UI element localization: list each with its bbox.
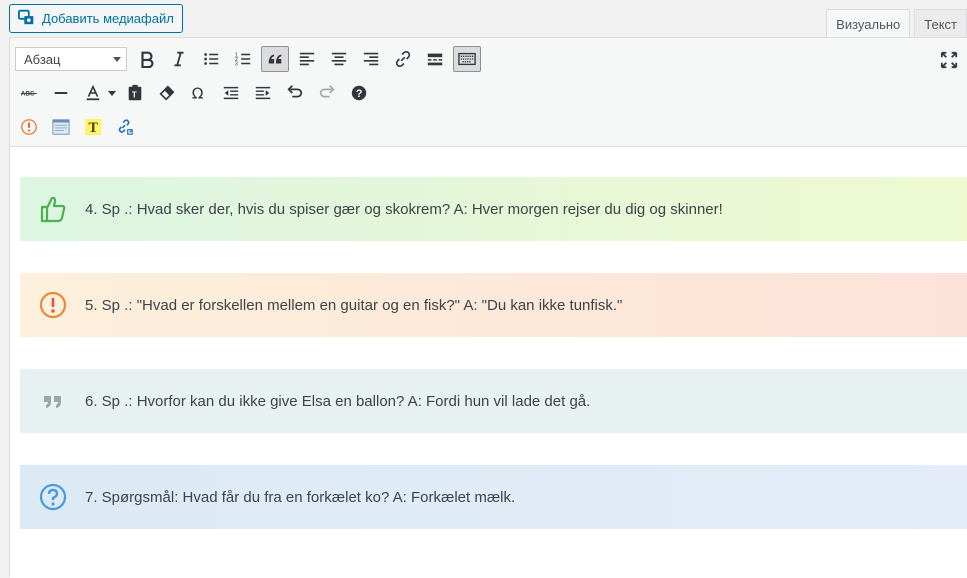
horizontal-line-icon xyxy=(54,92,68,94)
svg-text:?: ? xyxy=(356,88,363,100)
editor-toolbar: Абзац 123 ABC T Ω ? T xyxy=(10,38,967,147)
tab-visual[interactable]: Визуально xyxy=(826,9,911,38)
template-plugin-button[interactable] xyxy=(47,114,75,140)
message-text: 4. Sp .: Hvad sker der, hvis du spiser g… xyxy=(85,200,723,218)
exclamation-circle-icon xyxy=(39,291,66,319)
bullet-list-icon xyxy=(204,53,219,65)
help-button[interactable]: ? xyxy=(345,80,373,106)
editor-content[interactable]: 4. Sp .: Hvad sker der, hvis du spiser g… xyxy=(10,148,967,578)
alert-plugin-button[interactable] xyxy=(15,114,43,140)
text-color-icon xyxy=(86,84,100,101)
outdent-icon xyxy=(223,86,239,100)
redo-button[interactable] xyxy=(313,80,341,106)
read-more-button[interactable] xyxy=(421,46,449,72)
editor-topbar: Добавить медиафайл Визуально Текст xyxy=(0,0,967,38)
link-icon xyxy=(395,50,411,68)
media-icon xyxy=(18,8,36,29)
special-character-button[interactable]: Ω xyxy=(185,80,213,106)
indent-button[interactable] xyxy=(249,80,277,106)
toolbar-row-2: ABC T Ω ? xyxy=(15,79,377,107)
svg-text:3: 3 xyxy=(235,61,238,67)
message-text: 6. Sp .: Hvorfor kan du ikke give Elsa e… xyxy=(85,392,591,410)
blockquote-button[interactable] xyxy=(261,46,289,72)
chevron-down-icon xyxy=(108,90,116,96)
svg-text:T: T xyxy=(89,120,99,135)
align-right-icon xyxy=(363,52,379,66)
align-right-button[interactable] xyxy=(357,46,385,72)
message-box-warning: 5. Sp .: "Hvad er forskellen mellem en g… xyxy=(20,273,967,337)
align-center-icon xyxy=(331,52,347,66)
outdent-button[interactable] xyxy=(217,80,245,106)
thumbs-up-icon xyxy=(40,196,65,223)
editor-tabs: Визуально Текст xyxy=(822,9,967,38)
add-media-label: Добавить медиафайл xyxy=(42,11,174,26)
redo-icon xyxy=(319,85,335,98)
format-select-value: Абзац xyxy=(24,51,61,67)
clear-formatting-button[interactable] xyxy=(153,80,181,106)
svg-text:T: T xyxy=(132,91,137,100)
external-link-plugin-button[interactable] xyxy=(111,114,139,140)
horizontal-line-button[interactable] xyxy=(47,80,75,106)
chevron-down-icon xyxy=(113,56,121,62)
undo-button[interactable] xyxy=(281,80,309,106)
message-text: 7. Spørgsmål: Hvad får du fra en forkæle… xyxy=(85,488,516,506)
numbered-list-icon: 123 xyxy=(235,52,251,67)
bullet-list-button[interactable] xyxy=(197,46,225,72)
message-box-info: 7. Spørgsmål: Hvad får du fra en forkæle… xyxy=(20,465,967,529)
italic-button[interactable] xyxy=(165,46,193,72)
svg-text:ABC: ABC xyxy=(21,91,35,98)
align-left-icon xyxy=(299,52,315,66)
tab-text[interactable]: Текст xyxy=(914,9,967,38)
indent-icon xyxy=(255,86,271,100)
question-circle-icon xyxy=(39,483,66,511)
italic-icon xyxy=(174,51,184,67)
special-character-icon: Ω xyxy=(192,84,204,102)
message-box-quote: 6. Sp .: Hvorfor kan du ikke give Elsa e… xyxy=(20,369,967,433)
align-left-button[interactable] xyxy=(293,46,321,72)
text-color-button[interactable] xyxy=(79,80,107,106)
blockquote-icon xyxy=(268,54,282,64)
strikethrough-button[interactable]: ABC xyxy=(15,80,43,106)
alert-plugin-icon xyxy=(21,119,37,135)
fullscreen-icon[interactable] xyxy=(940,51,958,69)
toolbar-toggle-button[interactable] xyxy=(453,46,481,72)
strikethrough-icon: ABC xyxy=(21,91,38,98)
editor-frame: Абзац 123 ABC T Ω ? T 4. Sp .: Hvad sker… xyxy=(9,37,967,578)
bold-icon xyxy=(141,51,154,68)
add-media-button[interactable]: Добавить медиафайл xyxy=(9,4,183,33)
insert-link-button[interactable] xyxy=(389,46,417,72)
text-color-dropdown[interactable] xyxy=(107,80,117,106)
paste-text-icon: T xyxy=(128,84,142,101)
toolbar-row-3: T xyxy=(15,113,143,141)
help-icon: ? xyxy=(351,85,367,101)
clear-formatting-icon xyxy=(159,85,175,101)
quote-icon xyxy=(43,396,61,408)
highlight-plugin-button[interactable]: T xyxy=(79,114,107,140)
message-box-success: 4. Sp .: Hvad sker der, hvis du spiser g… xyxy=(20,177,967,241)
align-center-button[interactable] xyxy=(325,46,353,72)
template-plugin-icon xyxy=(52,119,70,135)
toolbar-toggle-icon xyxy=(458,52,476,66)
format-select[interactable]: Абзац xyxy=(15,47,127,71)
bold-button[interactable] xyxy=(133,46,161,72)
external-link-plugin-icon xyxy=(118,119,133,135)
highlight-plugin-icon: T xyxy=(84,118,102,136)
undo-icon xyxy=(287,85,303,98)
svg-text:Ω: Ω xyxy=(192,84,204,102)
paste-text-button[interactable]: T xyxy=(121,80,149,106)
message-text: 5. Sp .: "Hvad er forskellen mellem en g… xyxy=(85,296,623,314)
read-more-icon xyxy=(427,53,443,66)
numbered-list-button[interactable]: 123 xyxy=(229,46,257,72)
toolbar-row-1: Абзац 123 xyxy=(15,45,485,73)
